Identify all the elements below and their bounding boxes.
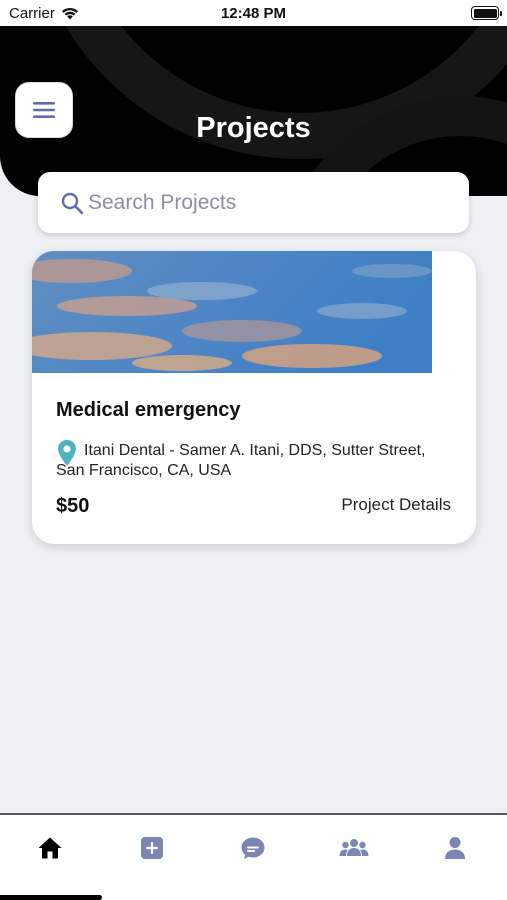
bottom-tab-bar (0, 813, 507, 900)
chat-bubble-icon (241, 837, 265, 859)
search-bar[interactable] (38, 172, 469, 233)
tab-profile[interactable] (438, 831, 472, 865)
group-icon (339, 839, 369, 856)
project-title: Medical emergency (56, 399, 241, 421)
project-image (32, 251, 432, 373)
header-decoration (65, 26, 507, 196)
tab-home[interactable] (33, 831, 67, 865)
add-square-icon (141, 837, 163, 859)
tab-add-project[interactable] (135, 831, 169, 865)
home-icon (38, 837, 62, 859)
search-input[interactable] (88, 190, 448, 215)
location-line-1: Itani Dental - Samer A. Itani, DDS, Sutt… (84, 442, 426, 459)
status-time: 12:48 PM (220, 5, 287, 22)
status-bar: Carrier 12:48 PM (0, 0, 507, 26)
project-card[interactable]: Medical emergency Itani Dental - Samer A… (32, 251, 476, 544)
header: Projects (0, 26, 507, 196)
tab-community[interactable] (337, 831, 371, 865)
project-details-link[interactable]: Project Details (341, 495, 451, 515)
tab-messages[interactable] (236, 831, 270, 865)
project-price: $50 (56, 495, 90, 517)
location-line-2: San Francisco, CA, USA (56, 462, 232, 479)
location-text: Itani Dental - Samer A. Itani, DDS, Sutt… (56, 441, 426, 481)
page-title: Projects (196, 112, 311, 144)
project-location: Itani Dental - Samer A. Itani, DDS, Sutt… (56, 440, 456, 481)
search-icon (61, 192, 84, 214)
home-indicator (0, 895, 102, 900)
profile-icon (445, 837, 465, 859)
battery-icon (471, 6, 502, 20)
